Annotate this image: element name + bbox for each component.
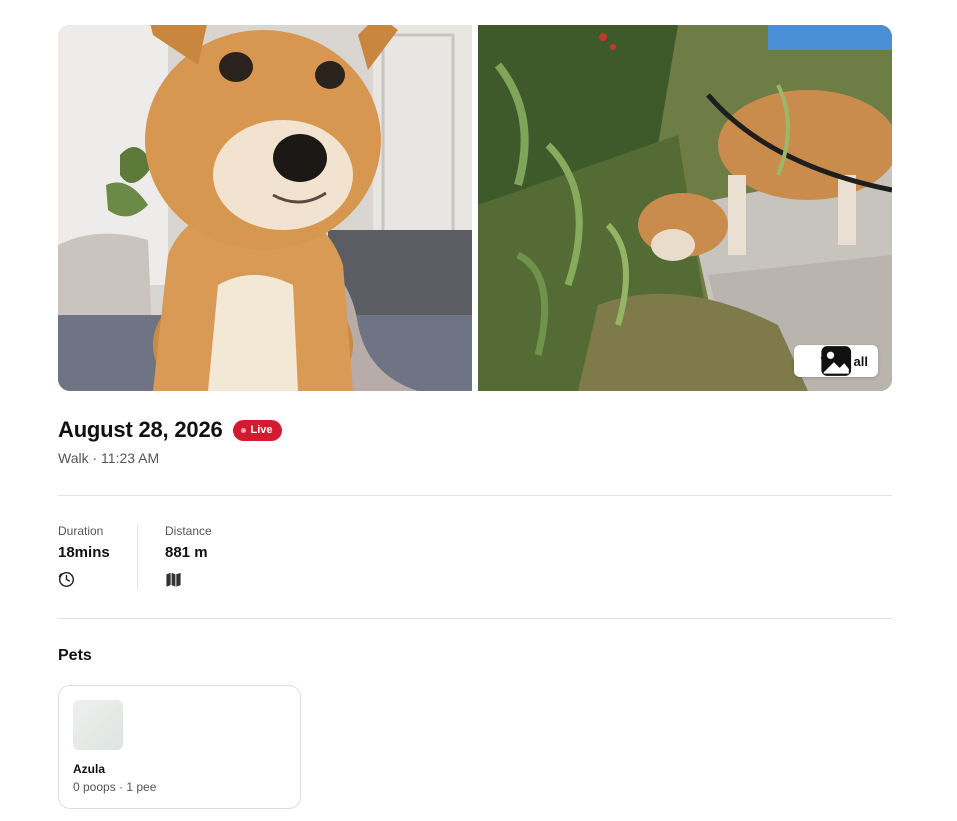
map-icon <box>165 571 182 588</box>
clock-icon <box>58 571 75 588</box>
dog-closeup-image <box>58 25 472 391</box>
pet-avatar <box>73 700 123 750</box>
walk-subtitle: Walk · 11:23 AM <box>58 450 160 466</box>
dog-sniffing-image <box>478 25 892 391</box>
divider <box>58 495 892 496</box>
stat-value: 881 m <box>165 544 208 561</box>
pet-activity-summary: 0 poops · 1 pee <box>73 780 157 794</box>
live-dot-icon <box>240 427 246 433</box>
stat-duration: Duration 18mins <box>58 524 138 590</box>
divider <box>58 618 892 619</box>
pet-name: Azula <box>73 762 106 776</box>
stat-label: Duration <box>58 524 104 538</box>
stat-label: Distance <box>165 524 212 538</box>
walk-stats: Duration 18mins Distance 881 m <box>58 524 212 590</box>
stat-distance: Distance 881 m <box>138 524 212 590</box>
photo-gallery: View all <box>58 25 892 391</box>
page-title: August 28, 2026 <box>58 417 223 442</box>
walk-photo-1[interactable] <box>58 25 472 391</box>
gallery-icon <box>802 346 851 376</box>
stat-value: 18mins <box>58 544 110 561</box>
pets-section-title: Pets <box>58 647 92 664</box>
walk-title-row: August 28, 2026 Live <box>58 417 282 443</box>
walk-photo-2[interactable]: View all <box>478 25 892 391</box>
live-badge: Live <box>232 419 282 441</box>
pet-card-azula[interactable]: Azula 0 poops · 1 pee <box>58 685 301 809</box>
live-badge-label: Live <box>250 424 273 436</box>
view-all-button[interactable]: View all <box>793 345 878 377</box>
